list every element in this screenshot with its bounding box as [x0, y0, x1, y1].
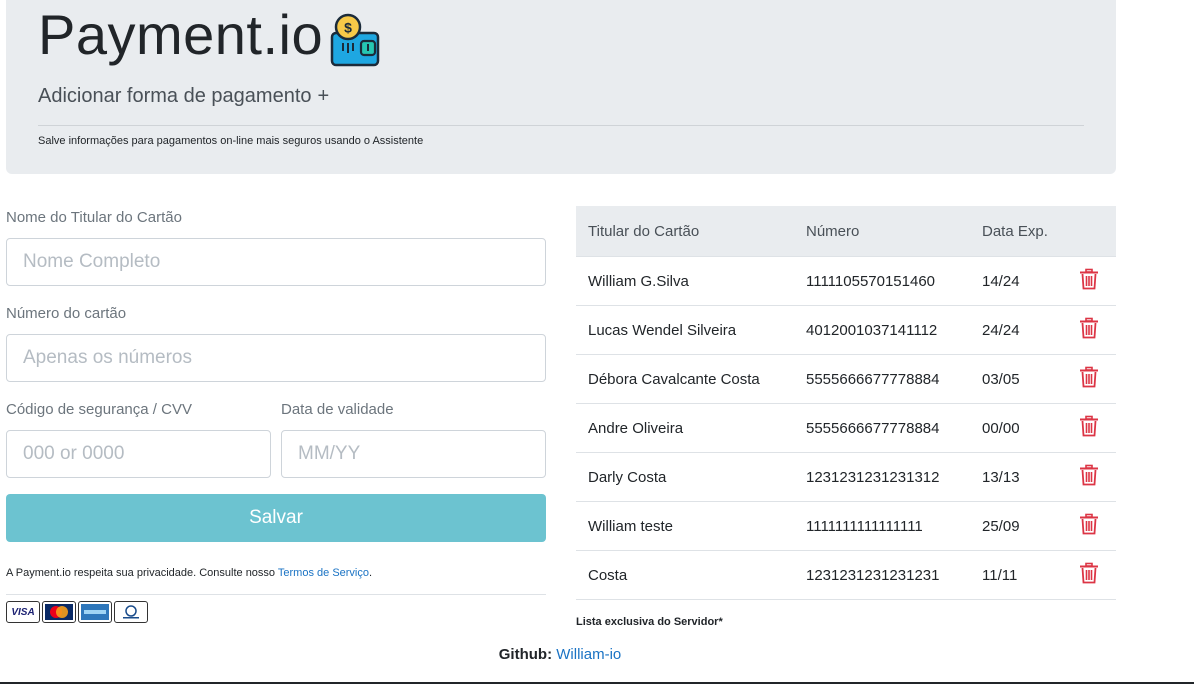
add-payment-method[interactable]: Adicionar forma de pagamento +	[38, 85, 329, 108]
cell-actions	[1066, 403, 1116, 453]
trash-icon[interactable]	[1078, 562, 1100, 584]
plus-icon[interactable]: +	[318, 85, 330, 107]
cell-number: 5555666677778884	[794, 354, 970, 404]
cell-exp: 13/13	[970, 452, 1066, 502]
table-row: William teste 1111111111111111 25/09	[576, 501, 1116, 551]
cvv-label: Código de segurança / CVV	[6, 401, 192, 418]
cell-number: 1231231231231312	[794, 452, 970, 502]
trash-icon[interactable]	[1078, 268, 1100, 290]
col-number: Número	[794, 206, 970, 257]
table-row: William G.Silva 1111105570151460 14/24	[576, 256, 1116, 306]
visa-logo: VISA	[6, 601, 40, 623]
expiry-label: Data de validade	[281, 401, 394, 418]
table-row: Costa 1231231231231231 11/11	[576, 550, 1116, 600]
cell-actions	[1066, 305, 1116, 355]
cell-actions	[1066, 550, 1116, 600]
trash-icon[interactable]	[1078, 415, 1100, 437]
table-row: Darly Costa 1231231231231312 13/13	[576, 452, 1116, 502]
cell-holder: William G.Silva	[576, 256, 794, 306]
cell-exp: 11/11	[970, 550, 1066, 600]
github-label: Github:	[498, 646, 553, 663]
header-lead: Salve informações para pagamentos on-lin…	[38, 135, 424, 147]
table-row: Andre Oliveira 5555666677778884 00/00	[576, 403, 1116, 453]
cell-actions	[1066, 501, 1116, 551]
server-note: Lista exclusiva do Servidor*	[576, 616, 723, 628]
save-button[interactable]: Salvar	[6, 494, 546, 542]
cell-holder: William teste	[576, 501, 794, 551]
name-input[interactable]	[6, 238, 546, 286]
trash-icon[interactable]	[1078, 464, 1100, 486]
name-label: Nome do Titular do Cartão	[6, 209, 182, 226]
page-title: Payment.io	[38, 3, 324, 66]
card-number-label: Número do cartão	[6, 305, 127, 322]
svg-text:$: $	[344, 20, 352, 36]
cell-number: 1111105570151460	[794, 256, 970, 306]
privacy-end: .	[369, 567, 373, 579]
privacy-text: A Payment.io respeita sua privacidade. C…	[6, 567, 276, 579]
header-jumbotron: Payment.io $ Adicionar forma de pagament…	[6, 0, 1116, 174]
privacy-notice: A Payment.io respeita sua privacidade. C…	[6, 567, 372, 579]
trash-icon[interactable]	[1078, 366, 1100, 388]
cell-holder: Débora Cavalcante Costa	[576, 354, 794, 404]
cell-holder: Andre Oliveira	[576, 403, 794, 453]
github-footer: Github: William-io	[0, 646, 1120, 663]
col-holder: Titular do Cartão	[576, 206, 794, 257]
cell-holder: Darly Costa	[576, 452, 794, 502]
trash-icon[interactable]	[1078, 513, 1100, 535]
wallet-coin-icon: $	[330, 13, 380, 67]
cards-table: Titular do Cartão Número Data Exp. Willi…	[576, 206, 1116, 600]
header-divider	[38, 125, 1084, 126]
amex-logo	[78, 601, 112, 623]
diners-logo	[114, 601, 148, 623]
mastercard-logo	[42, 601, 76, 623]
cell-actions	[1066, 256, 1116, 306]
cell-exp: 03/05	[970, 354, 1066, 404]
expiry-input[interactable]	[281, 430, 546, 478]
cell-exp: 25/09	[970, 501, 1066, 551]
cell-exp: 24/24	[970, 305, 1066, 355]
table-header-row: Titular do Cartão Número Data Exp.	[576, 206, 1116, 257]
github-link[interactable]: William-io	[556, 646, 621, 663]
cell-holder: Costa	[576, 550, 794, 600]
cell-number: 1111111111111111	[794, 501, 970, 551]
card-brands: VISA	[6, 601, 148, 626]
col-expiry: Data Exp.	[970, 206, 1066, 257]
cvv-input[interactable]	[6, 430, 271, 478]
trash-icon[interactable]	[1078, 317, 1100, 339]
col-actions	[1066, 206, 1116, 257]
cell-exp: 14/24	[970, 256, 1066, 306]
cell-actions	[1066, 354, 1116, 404]
cell-number: 1231231231231231	[794, 550, 970, 600]
cell-number: 4012001037141112	[794, 305, 970, 355]
form-divider	[6, 594, 546, 595]
cell-holder: Lucas Wendel Silveira	[576, 305, 794, 355]
table-row: Débora Cavalcante Costa 5555666677778884 0…	[576, 354, 1116, 404]
table-row: Lucas Wendel Silveira 4012001037141112 24/…	[576, 305, 1116, 355]
terms-link[interactable]: Termos de Serviço	[278, 567, 369, 579]
cell-actions	[1066, 452, 1116, 502]
add-payment-label: Adicionar forma de pagamento	[38, 85, 312, 107]
card-number-input[interactable]	[6, 334, 546, 382]
cell-number: 5555666677778884	[794, 403, 970, 453]
cell-exp: 00/00	[970, 403, 1066, 453]
